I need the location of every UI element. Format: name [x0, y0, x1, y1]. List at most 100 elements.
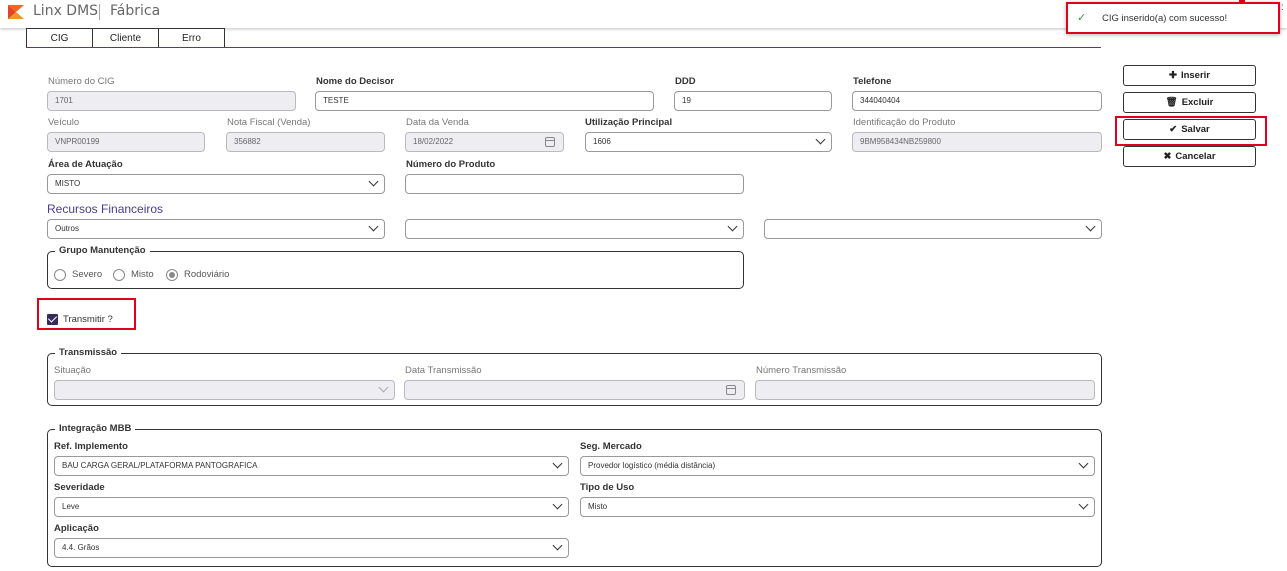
salvar-button[interactable]: ✔ Salvar	[1123, 119, 1256, 140]
recursos-value-1: Outros	[55, 224, 80, 233]
toast-close-icon[interactable]: :	[1281, 2, 1284, 13]
nome-decisor-label: Nome do Decisor	[316, 76, 395, 87]
recursos-title: Recursos Financeiros	[47, 202, 164, 216]
nome-decisor-value: TESTE	[323, 96, 349, 105]
tab-cliente[interactable]: Cliente	[92, 28, 159, 48]
telefone-label: Telefone	[853, 76, 892, 87]
situacao-select	[54, 380, 395, 400]
chevron-down-icon	[552, 540, 563, 551]
chevron-down-icon	[1078, 458, 1089, 469]
chevron-down-icon	[815, 134, 826, 145]
utilizacao-select[interactable]: 1606	[585, 132, 832, 152]
telefone-value: 344040404	[860, 96, 901, 105]
tipo-uso-label: Tipo de Uso	[580, 482, 635, 493]
calendar-icon	[726, 385, 736, 395]
header-divider	[99, 4, 100, 20]
inserir-label: Inserir	[1180, 70, 1210, 81]
veiculo-value: VNPR00199	[55, 137, 100, 146]
app-name: Linx DMS	[33, 3, 99, 19]
grupo-manutencao-legend: Grupo Manutenção	[55, 245, 150, 256]
tab-erro[interactable]: Erro	[158, 28, 225, 48]
tab-label: Erro	[182, 33, 201, 44]
tipo-uso-select[interactable]: Misto	[580, 497, 1095, 517]
tab-cig[interactable]: CIG	[26, 28, 93, 48]
seg-mercado-select[interactable]: Provedor logístico (média distância)	[580, 456, 1095, 476]
aplicacao-select[interactable]: 4.4. Grãos	[54, 538, 569, 558]
radio-severo[interactable]	[54, 269, 66, 281]
ddd-label: DDD	[675, 76, 696, 87]
nota-fiscal-label: Nota Fiscal (Venda)	[227, 117, 311, 128]
chevron-down-icon	[1078, 499, 1089, 510]
transmitir-checkbox[interactable]	[47, 314, 58, 325]
area-atuacao-label: Área de Atuação	[48, 159, 123, 170]
ref-implemento-label: Ref. Implemento	[54, 441, 128, 452]
numero-transmissao-field	[755, 380, 1095, 400]
check-icon: ✓	[1077, 12, 1087, 24]
chevron-down-icon	[378, 382, 389, 393]
recursos-select-3[interactable]	[764, 219, 1102, 239]
ddd-value: 19	[682, 96, 691, 105]
inserir-button[interactable]: ✚ Inserir	[1123, 65, 1256, 86]
chevron-down-icon	[368, 221, 379, 232]
nota-fiscal-field: 356882	[226, 132, 385, 152]
chevron-down-icon	[1085, 221, 1096, 232]
radio-misto-label: Misto	[131, 269, 154, 280]
tab-label: CIG	[50, 33, 69, 44]
toast-message: CIG inserido(a) com sucesso!	[1102, 13, 1228, 24]
data-venda-field: 18/02/2022	[405, 132, 564, 152]
situacao-label: Situação	[54, 365, 91, 376]
ref-implemento-value: BAU CARGA GERAL/PLATAFORMA PANTOGRAFICA	[62, 461, 258, 470]
seg-mercado-label: Seg. Mercado	[580, 441, 642, 452]
numero-cig-label: Número do CIG	[48, 76, 115, 87]
recursos-select-2[interactable]	[405, 219, 744, 239]
calendar-icon	[545, 137, 555, 147]
radio-rodoviario-label: Rodoviário	[184, 269, 230, 280]
tab-underline	[26, 47, 1101, 48]
utilizacao-value: 1606	[593, 137, 611, 146]
chevron-down-icon	[368, 176, 379, 187]
recursos-select-1[interactable]: Outros	[47, 219, 385, 239]
transmitir-label: Transmitir ?	[63, 314, 113, 325]
radio-severo-label: Severo	[72, 269, 103, 280]
identificacao-label: Identificação do Produto	[853, 117, 956, 128]
aplicacao-value: 4.4. Grãos	[62, 543, 100, 552]
chevron-down-icon	[552, 499, 563, 510]
seg-mercado-value: Provedor logístico (média distância)	[588, 461, 716, 470]
radio-rodoviario[interactable]	[166, 269, 178, 281]
plus-icon: ✚	[1168, 70, 1177, 81]
ddd-field[interactable]: 19	[674, 91, 832, 111]
severidade-select[interactable]: Leve	[54, 497, 569, 517]
check-icon: ✔	[1169, 124, 1178, 135]
veiculo-label: Veículo	[48, 117, 80, 128]
excluir-button[interactable]: 🗑 Excluir	[1123, 92, 1256, 113]
data-venda-value: 18/02/2022	[413, 137, 454, 146]
ref-implemento-select[interactable]: BAU CARGA GERAL/PLATAFORMA PANTOGRAFICA	[54, 456, 569, 476]
numero-produto-field[interactable]	[405, 174, 744, 194]
telefone-field[interactable]: 344040404	[852, 91, 1102, 111]
nota-fiscal-value: 356882	[234, 137, 261, 146]
data-transmissao-label: Data Transmissão	[405, 365, 482, 376]
tipo-uso-value: Misto	[588, 502, 608, 511]
data-transmissao-field	[404, 380, 745, 400]
chevron-down-icon	[552, 458, 563, 469]
excluir-label: Excluir	[1181, 97, 1214, 108]
cancelar-button[interactable]: ✖ Cancelar	[1123, 146, 1256, 167]
module-name: Fábrica	[110, 3, 161, 19]
numero-produto-label: Número do Produto	[406, 159, 496, 170]
severidade-value: Leve	[62, 502, 80, 511]
salvar-label: Salvar	[1181, 124, 1210, 135]
area-atuacao-value: MISTO	[55, 179, 81, 188]
transmissao-legend: Transmissão	[55, 347, 122, 358]
x-icon: ✖	[1163, 151, 1172, 162]
numero-transmissao-label: Número Transmissão	[756, 365, 847, 376]
chevron-down-icon	[727, 221, 738, 232]
integracao-mbb-legend: Integração MBB	[55, 423, 136, 434]
severidade-label: Severidade	[54, 482, 105, 493]
area-atuacao-select[interactable]: MISTO	[47, 174, 385, 194]
radio-misto[interactable]	[113, 269, 125, 281]
cancelar-label: Cancelar	[1175, 151, 1216, 162]
numero-cig-value: 1701	[55, 96, 73, 105]
nome-decisor-field[interactable]: TESTE	[315, 91, 654, 111]
linx-logo-icon	[8, 5, 24, 19]
data-venda-label: Data da Venda	[406, 117, 469, 128]
